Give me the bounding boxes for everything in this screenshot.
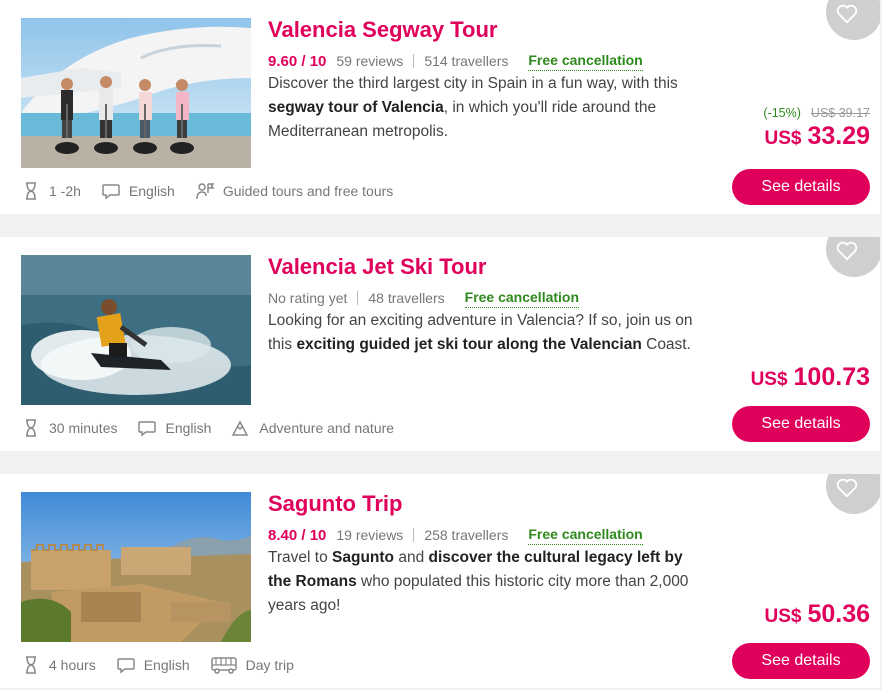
free-cancellation-badge[interactable]: Free cancellation bbox=[528, 52, 643, 71]
speech-bubble-icon bbox=[102, 184, 120, 200]
language-label: English bbox=[165, 420, 212, 436]
heart-icon bbox=[836, 4, 858, 24]
language-feature: English bbox=[137, 418, 211, 438]
no-rating-label: No rating yet bbox=[268, 290, 348, 306]
meta-separator bbox=[357, 291, 359, 305]
language-label: English bbox=[128, 183, 175, 199]
duration-feature: 30 minutes bbox=[21, 418, 117, 438]
tour-features: 4 hours English Day trip bbox=[21, 654, 314, 676]
speech-bubble-icon bbox=[138, 421, 157, 437]
bus-icon bbox=[210, 657, 237, 674]
price-currency: US$ bbox=[764, 128, 802, 149]
description-highlight: segway tour of Valencia bbox=[268, 99, 444, 116]
tour-meta: 9.60 / 10 59 reviews 514 travellers Free… bbox=[268, 50, 643, 72]
tour-description: Travel to Sagunto and discover the cultu… bbox=[268, 546, 708, 618]
see-details-button[interactable]: See details bbox=[732, 406, 870, 442]
hourglass-icon bbox=[26, 656, 36, 674]
tour-description: Looking for an exciting adventure in Val… bbox=[268, 309, 708, 357]
price-amount: 100.73 bbox=[793, 363, 870, 391]
review-count[interactable]: 59 reviews bbox=[336, 53, 403, 69]
description-text: Discover the third largest city in Spain… bbox=[268, 75, 678, 92]
see-details-button[interactable]: See details bbox=[732, 643, 870, 679]
duration-feature: 4 hours bbox=[21, 655, 96, 675]
tour-image[interactable] bbox=[21, 18, 251, 168]
tour-title[interactable]: Valencia Jet Ski Tour bbox=[268, 254, 486, 280]
description-text: and bbox=[394, 549, 429, 566]
price-block: US$ 100.73 bbox=[751, 363, 870, 392]
duration-label: 4 hours bbox=[49, 657, 96, 673]
tour-meta: 8.40 / 10 19 reviews 258 travellers Free… bbox=[268, 524, 643, 546]
discount-percent: (-15%) bbox=[763, 106, 801, 120]
category-label: Adventure and nature bbox=[259, 420, 395, 436]
free-cancellation-badge[interactable]: Free cancellation bbox=[464, 289, 580, 308]
rating-score: 9.60 / 10 bbox=[268, 52, 327, 70]
tour-list: Valencia Segway Tour 9.60 / 10 59 review… bbox=[0, 0, 882, 690]
description-highlight: Sagunto bbox=[332, 549, 395, 566]
meta-separator bbox=[413, 528, 415, 542]
price: US$ 100.73 bbox=[751, 363, 870, 392]
category-feature: Adventure and nature bbox=[231, 418, 394, 438]
tour-title[interactable]: Valencia Segway Tour bbox=[268, 17, 497, 43]
tour-card[interactable]: Valencia Jet Ski Tour No rating yet 48 t… bbox=[0, 237, 880, 451]
heart-icon bbox=[836, 241, 858, 261]
price-amount: 33.29 bbox=[807, 122, 870, 150]
guide-icon bbox=[196, 183, 215, 200]
category-label: Guided tours and free tours bbox=[222, 183, 394, 199]
tour-meta: No rating yet 48 travellers Free cancell… bbox=[268, 287, 580, 309]
tour-features: 30 minutes English Adventure and nature bbox=[21, 417, 414, 439]
language-feature: English bbox=[101, 181, 175, 201]
see-details-button[interactable]: See details bbox=[732, 169, 870, 205]
favorite-button[interactable] bbox=[826, 0, 880, 40]
price-amount: 50.36 bbox=[807, 600, 870, 628]
hourglass-icon bbox=[26, 419, 36, 437]
category-feature: Day trip bbox=[210, 655, 294, 675]
category-feature: Guided tours and free tours bbox=[195, 181, 393, 201]
free-cancellation-badge[interactable]: Free cancellation bbox=[528, 526, 643, 545]
review-count[interactable]: 19 reviews bbox=[336, 527, 403, 543]
tour-title[interactable]: Sagunto Trip bbox=[268, 491, 402, 517]
tour-description: Discover the third largest city in Spain… bbox=[268, 72, 708, 144]
duration-label: 1 -2h bbox=[49, 183, 81, 199]
duration-label: 30 minutes bbox=[49, 420, 118, 436]
tour-card[interactable]: Sagunto Trip 8.40 / 10 19 reviews 258 tr… bbox=[0, 474, 880, 688]
category-label: Day trip bbox=[245, 657, 294, 673]
traveller-count: 48 travellers bbox=[368, 290, 445, 306]
rating-score: 8.40 / 10 bbox=[268, 526, 327, 544]
traveller-count: 514 travellers bbox=[424, 53, 509, 69]
description-text: Coast. bbox=[641, 336, 691, 353]
duration-feature: 1 -2h bbox=[21, 181, 81, 201]
price: US$ 33.29 bbox=[763, 122, 870, 151]
favorite-button[interactable] bbox=[826, 237, 880, 277]
language-feature: English bbox=[116, 655, 190, 675]
price: US$ 50.36 bbox=[764, 600, 870, 629]
meta-separator bbox=[413, 54, 415, 68]
price-block: (-15%) US$ 39.17 US$ 33.29 bbox=[763, 106, 870, 151]
favorite-button[interactable] bbox=[826, 474, 880, 514]
mountain-icon bbox=[232, 420, 249, 436]
old-price: US$ 39.17 bbox=[810, 106, 870, 120]
discount-line: (-15%) US$ 39.17 bbox=[763, 106, 870, 120]
description-text: Travel to bbox=[268, 549, 333, 566]
description-highlight: exciting guided jet ski tour along the V… bbox=[296, 336, 642, 353]
price-currency: US$ bbox=[764, 606, 802, 627]
tour-image[interactable] bbox=[21, 255, 251, 405]
price-block: US$ 50.36 bbox=[764, 600, 870, 629]
traveller-count: 258 travellers bbox=[424, 527, 509, 543]
tour-card[interactable]: Valencia Segway Tour 9.60 / 10 59 review… bbox=[0, 0, 880, 214]
tour-features: 1 -2h English Guided tours and free tour… bbox=[21, 180, 413, 202]
language-label: English bbox=[143, 657, 190, 673]
heart-icon bbox=[836, 478, 858, 498]
speech-bubble-icon bbox=[116, 658, 135, 674]
tour-image[interactable] bbox=[21, 492, 251, 642]
hourglass-icon bbox=[26, 182, 36, 200]
price-currency: US$ bbox=[750, 369, 788, 390]
